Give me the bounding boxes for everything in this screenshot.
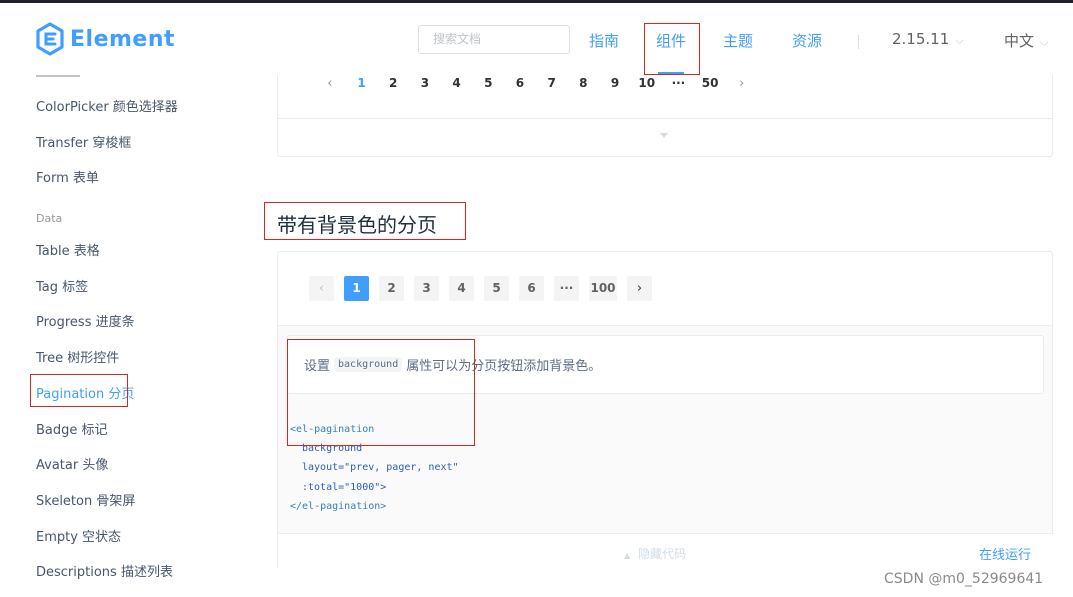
page-button[interactable]: 5	[484, 276, 509, 301]
annotation-box-nav	[644, 23, 700, 75]
annotation-box-title	[264, 202, 466, 240]
page-button[interactable]: 5	[472, 76, 504, 90]
more-pages-button[interactable]: ···	[663, 76, 695, 90]
nav-resource[interactable]: 资源	[792, 30, 822, 51]
expand-code-icon[interactable]	[660, 133, 668, 138]
chevron-down-icon: ⌵	[955, 34, 964, 47]
page-button[interactable]: 6	[519, 276, 544, 301]
nav-guide[interactable]: 指南	[589, 30, 619, 51]
more-pages-button[interactable]: ···	[554, 276, 579, 301]
search-input[interactable]: 搜索文档	[418, 25, 570, 54]
next-page-button[interactable]: ›	[627, 276, 652, 301]
version-select[interactable]: 2.15.11 ⌵	[892, 30, 964, 48]
page-button[interactable]: 3	[409, 76, 441, 90]
page-button[interactable]: 8	[568, 76, 600, 90]
annotation-box-code	[287, 339, 475, 446]
chevron-down-icon: ⌵	[1040, 36, 1049, 49]
next-page-button[interactable]: ›	[726, 76, 758, 91]
nav-separator	[858, 35, 859, 49]
page-button[interactable]: 9	[599, 76, 631, 90]
watermark: CSDN @m0_52969641	[884, 571, 1044, 587]
code-line: :total="1000">	[302, 481, 387, 493]
page-button[interactable]: 4	[441, 76, 473, 90]
demo-control: ▲ 隐藏代码 在线运行	[278, 533, 1054, 570]
page-button[interactable]: 10	[631, 76, 663, 90]
page-button[interactable]: 2	[379, 276, 404, 301]
page-button[interactable]: 6	[504, 76, 536, 90]
logo[interactable]: Element	[35, 22, 175, 56]
hide-code-button[interactable]: ▲ 隐藏代码	[624, 545, 686, 562]
caret-up-icon: ▲	[624, 551, 631, 560]
page-button[interactable]: 1	[346, 76, 378, 90]
hide-code-label: 隐藏代码	[638, 547, 687, 561]
page-button[interactable]: 50	[694, 76, 726, 90]
page-button[interactable]: 4	[449, 276, 474, 301]
main-content: ‹ 1 2 3 4 5 6 7 8 9 10 ··· 50 › 带有背景色的分页…	[0, 75, 1073, 597]
code-line: </el-pagination>	[290, 500, 387, 512]
demo-block-previous: ‹ 1 2 3 4 5 6 7 8 9 10 ··· 50 ›	[277, 75, 1053, 157]
element-logo-icon	[36, 22, 64, 56]
prev-page-button[interactable]: ‹	[309, 276, 334, 301]
logo-text: Element	[70, 26, 176, 52]
page-button[interactable]: 7	[536, 76, 568, 90]
header: Element 搜索文档 指南 组件 主题 资源 2.15.11 ⌵ 中文 ⌵	[0, 3, 1073, 75]
version-label: 2.15.11	[892, 30, 950, 48]
nav-theme[interactable]: 主题	[723, 30, 753, 51]
pagination-background: ‹ 1 2 3 4 5 6 ··· 100 ›	[309, 276, 662, 301]
page-button[interactable]: 100	[589, 276, 617, 301]
run-online-button[interactable]: 在线运行	[979, 544, 1031, 563]
divider	[278, 118, 1052, 119]
prev-page-button[interactable]: ‹	[314, 76, 346, 91]
page-button[interactable]: 3	[414, 276, 439, 301]
pagination-plain: ‹ 1 2 3 4 5 6 7 8 9 10 ··· 50 ›	[314, 75, 758, 91]
language-select[interactable]: 中文 ⌵	[1004, 30, 1048, 51]
code-line: layout="prev, pager, next"	[302, 462, 459, 474]
page-button-active[interactable]: 1	[344, 276, 369, 301]
language-label: 中文	[1004, 32, 1035, 50]
page-button[interactable]: 2	[377, 76, 409, 90]
